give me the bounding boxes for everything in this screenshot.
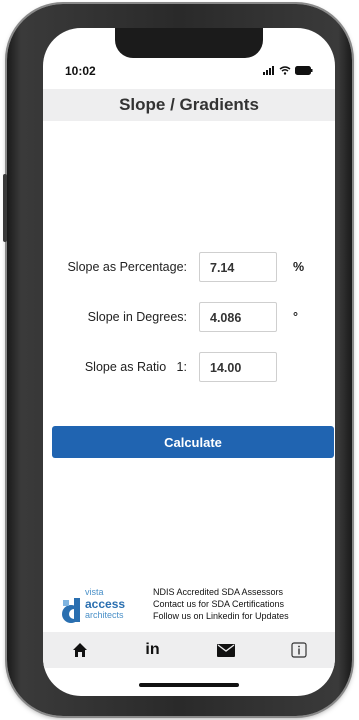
tab-mail[interactable] [206, 635, 246, 665]
home-icon [72, 643, 87, 657]
status-icons [263, 66, 313, 75]
percentage-label: Slope as Percentage: [67, 260, 187, 274]
footer-text: NDIS Accredited SDA Assessors Contact us… [153, 586, 289, 622]
battery-icon [295, 66, 313, 75]
ratio-label: Slope as Ratio 1: [84, 360, 187, 374]
side-button [3, 174, 7, 242]
mail-icon [216, 643, 235, 657]
header: Slope / Gradients [43, 89, 335, 121]
logo-mark [62, 598, 80, 623]
degrees-input[interactable]: 4.086 [199, 302, 277, 332]
page-title: Slope / Gradients [119, 95, 259, 114]
tab-bar: in [43, 632, 335, 668]
status-time: 10:02 [65, 64, 96, 78]
footer-line: NDIS Accredited SDA Assessors [153, 587, 284, 597]
percentage-row: Slope as Percentage: 7.14 % [43, 252, 335, 282]
tab-home[interactable] [60, 635, 100, 665]
notch [115, 28, 263, 58]
footer-line: Follow us on Linkedin for Updates [153, 611, 289, 621]
degrees-label: Slope in Degrees: [87, 310, 187, 324]
info-icon [290, 642, 307, 658]
signal-icon [263, 66, 274, 75]
phone-frame: 10:02 Slope / Gradients Slope as Percent… [3, 4, 352, 716]
degrees-unit: ° [293, 310, 298, 324]
ratio-row: Slope as Ratio 1: 14.00 [43, 352, 335, 382]
wifi-icon [279, 66, 291, 75]
calculate-button[interactable]: Calculate [52, 426, 334, 458]
footer-line: Contact us for SDA Certifications [153, 599, 285, 609]
degrees-row: Slope in Degrees: 4.086 ° [43, 302, 335, 332]
home-indicator [139, 683, 239, 687]
screen: 10:02 Slope / Gradients Slope as Percent… [43, 28, 335, 696]
tab-info[interactable] [279, 635, 319, 665]
ratio-input[interactable]: 14.00 [199, 352, 277, 382]
status-bar: 10:02 [43, 62, 335, 82]
linkedin-icon: in [145, 641, 160, 658]
percentage-input[interactable]: 7.14 [199, 252, 277, 282]
tab-linkedin[interactable]: in [133, 635, 173, 665]
footer-info: vista access architects NDIS Accredited … [61, 586, 321, 626]
vista-access-logo: vista access architects [61, 588, 141, 624]
percentage-unit: % [293, 260, 305, 274]
